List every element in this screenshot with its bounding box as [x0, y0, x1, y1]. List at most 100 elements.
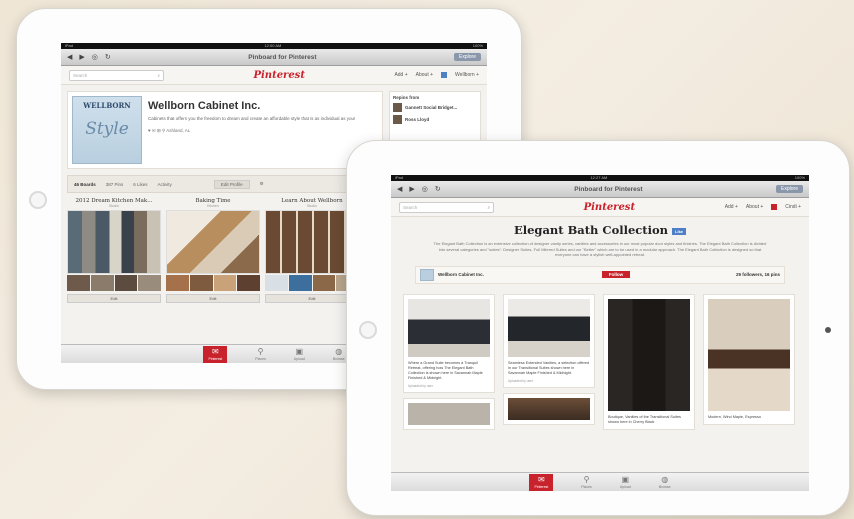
repin-item[interactable]: Ross Lloyd — [393, 115, 477, 124]
pin-card[interactable]: Boutique, Vanities of the Transitional S… — [603, 293, 695, 430]
about-menu[interactable]: About + — [746, 204, 763, 210]
search-input[interactable]: Search ⌕ — [399, 201, 494, 213]
tab-places[interactable]: ⚲ Places — [255, 347, 266, 361]
pin-image — [508, 298, 590, 357]
browser-toolbar: ◀ ▶ ◎ ↻ Pinboard for Pinterest Explore — [391, 181, 809, 198]
profile-name: Wellborn Cabinet Inc. — [148, 100, 261, 112]
board-card[interactable]: Baking Time Kitchen Edit — [166, 198, 260, 303]
bottom-tabbar: ✉ Pinterest ⚲ Places ▣ Upload ◍ Browse — [391, 472, 809, 491]
pin-source: Uploaded by user — [408, 383, 433, 388]
globe-icon: ◍ — [335, 346, 343, 356]
tab-pinterest[interactable]: ✉ Pinterest — [203, 345, 228, 363]
pin-card[interactable]: Modern, Wind Maple, Espresso — [703, 293, 795, 425]
pin-column: Where a Grand Suite becomes a Tranquil R… — [403, 293, 495, 430]
board-cover-image — [67, 210, 161, 274]
search-input[interactable]: Search ⌕ — [69, 69, 164, 81]
board-thumb — [288, 275, 312, 291]
tab-upload[interactable]: ▣ Upload — [294, 347, 305, 361]
repin-item[interactable]: Gannett Social Bridget... — [393, 103, 477, 112]
pinterest-logo[interactable]: Pinterest — [164, 70, 394, 81]
board-cover-image — [265, 210, 359, 274]
history-icon[interactable]: ◎ — [92, 53, 98, 61]
tab-browse[interactable]: ◍ Browse — [333, 346, 345, 361]
pin-image — [508, 397, 590, 420]
pin-caption: Modern, Wind Maple, Espresso — [708, 414, 761, 419]
pin-image — [408, 298, 490, 357]
pin-caption: Boutique, Vanities of the Transitional S… — [608, 414, 681, 424]
board-thumb — [138, 275, 161, 291]
board-thumb — [90, 275, 114, 291]
social-icons[interactable]: ♥ ✉ ⊞ ⚲ — [148, 128, 166, 133]
pin-image — [608, 298, 690, 411]
tab-browse[interactable]: ◍ Browse — [659, 475, 671, 489]
app-title: Pinboard for Pinterest — [574, 185, 643, 193]
add-menu[interactable]: Add + — [725, 204, 738, 210]
home-button[interactable] — [359, 321, 377, 339]
tab-boards[interactable]: 46 Boards — [74, 182, 96, 187]
status-battery: 100% — [794, 175, 805, 180]
pin-column: Boutique, Vanities of the Transitional S… — [603, 293, 695, 430]
board-thumb — [114, 275, 138, 291]
history-icon[interactable]: ◎ — [422, 185, 428, 193]
profile-card: WELLBORN Style Wellborn Cabinet Inc. Cab… — [67, 91, 383, 169]
board-card[interactable]: Learn About Wellborn Studio Edit — [265, 198, 359, 303]
about-menu[interactable]: About + — [416, 72, 433, 78]
edit-profile-button[interactable]: Edit Profile — [213, 179, 250, 189]
refresh-icon[interactable]: ↻ — [105, 53, 111, 61]
explore-button[interactable]: Explore — [776, 185, 803, 193]
board-subtitle: Kitchen — [207, 204, 219, 208]
pin-card[interactable] — [503, 392, 595, 425]
camera-dot — [825, 327, 831, 333]
user-menu[interactable]: Cindi + — [785, 204, 801, 210]
camera-icon: ▣ — [621, 474, 630, 484]
follow-button[interactable]: Follow — [601, 271, 631, 278]
status-time: 12:00 AM — [264, 43, 282, 48]
add-menu[interactable]: Add + — [394, 72, 407, 78]
settings-icon[interactable]: ⚙ — [260, 181, 264, 187]
status-left: iPad — [395, 175, 404, 180]
app-title: Pinboard for Pinterest — [248, 53, 317, 61]
pin-caption: Seamless Extended Vanities, a selection … — [508, 360, 590, 375]
explore-button[interactable]: Explore — [454, 53, 481, 61]
pinterest-logo[interactable]: Pinterest — [494, 202, 725, 213]
status-left: iPad — [65, 43, 74, 48]
tab-upload[interactable]: ▣ Upload — [620, 474, 631, 489]
pin-card[interactable]: Where a Grand Suite becomes a Tranquil R… — [403, 293, 495, 393]
board-thumb — [265, 275, 288, 291]
board-description: The Elegant Bath Collection is an extens… — [433, 241, 767, 257]
tab-likes[interactable]: 6 Likes — [133, 182, 147, 187]
pin-card[interactable] — [403, 397, 495, 430]
status-battery: 100% — [472, 43, 483, 48]
search-icon: ⌕ — [487, 204, 490, 210]
ipad-front-screen: iPad 12:27 AM 100% ◀ ▶ ◎ ↻ Pinboard for … — [391, 175, 809, 491]
edit-board-button[interactable]: Edit — [67, 294, 161, 303]
pinterest-icon: ✉ — [538, 474, 545, 484]
tab-pins[interactable]: 387 Pins — [106, 182, 124, 187]
repins-header: Repins from — [393, 95, 420, 100]
status-time: 12:27 AM — [590, 175, 608, 180]
tab-pinterest[interactable]: ✉ Pinterest — [529, 473, 554, 491]
edit-board-button[interactable]: Edit — [265, 294, 359, 303]
forward-icon[interactable]: ▶ — [409, 185, 414, 193]
back-icon[interactable]: ◀ — [67, 53, 72, 61]
pin-card[interactable]: Seamless Extended Vanities, a selection … — [503, 293, 595, 388]
tab-places[interactable]: ⚲ Places — [581, 475, 592, 489]
like-button[interactable]: Like — [672, 227, 687, 235]
user-menu[interactable]: Wellborn + — [455, 72, 479, 78]
edit-board-button[interactable]: Edit — [166, 294, 260, 303]
pin-source: Uploaded by user — [508, 378, 533, 383]
board-card[interactable]: 2012 Dream Kitchen Mak... Studio Edit — [67, 198, 161, 303]
pin-image — [708, 298, 790, 411]
owner-name[interactable]: Wellborn Cabinet Inc. — [438, 272, 484, 277]
forward-icon[interactable]: ▶ — [79, 53, 84, 61]
tab-activity[interactable]: Activity — [158, 182, 172, 187]
refresh-icon[interactable]: ↻ — [435, 185, 441, 193]
ipad-front: iPad 12:27 AM 100% ◀ ▶ ◎ ↻ Pinboard for … — [346, 140, 850, 516]
board-title: Elegant Bath Collection Like — [391, 223, 809, 237]
back-icon[interactable]: ◀ — [397, 185, 402, 193]
board-thumb — [67, 275, 90, 291]
board-cover-image — [166, 210, 260, 274]
board-thumb — [237, 275, 260, 291]
home-button[interactable] — [29, 191, 47, 209]
board-thumb — [213, 275, 237, 291]
